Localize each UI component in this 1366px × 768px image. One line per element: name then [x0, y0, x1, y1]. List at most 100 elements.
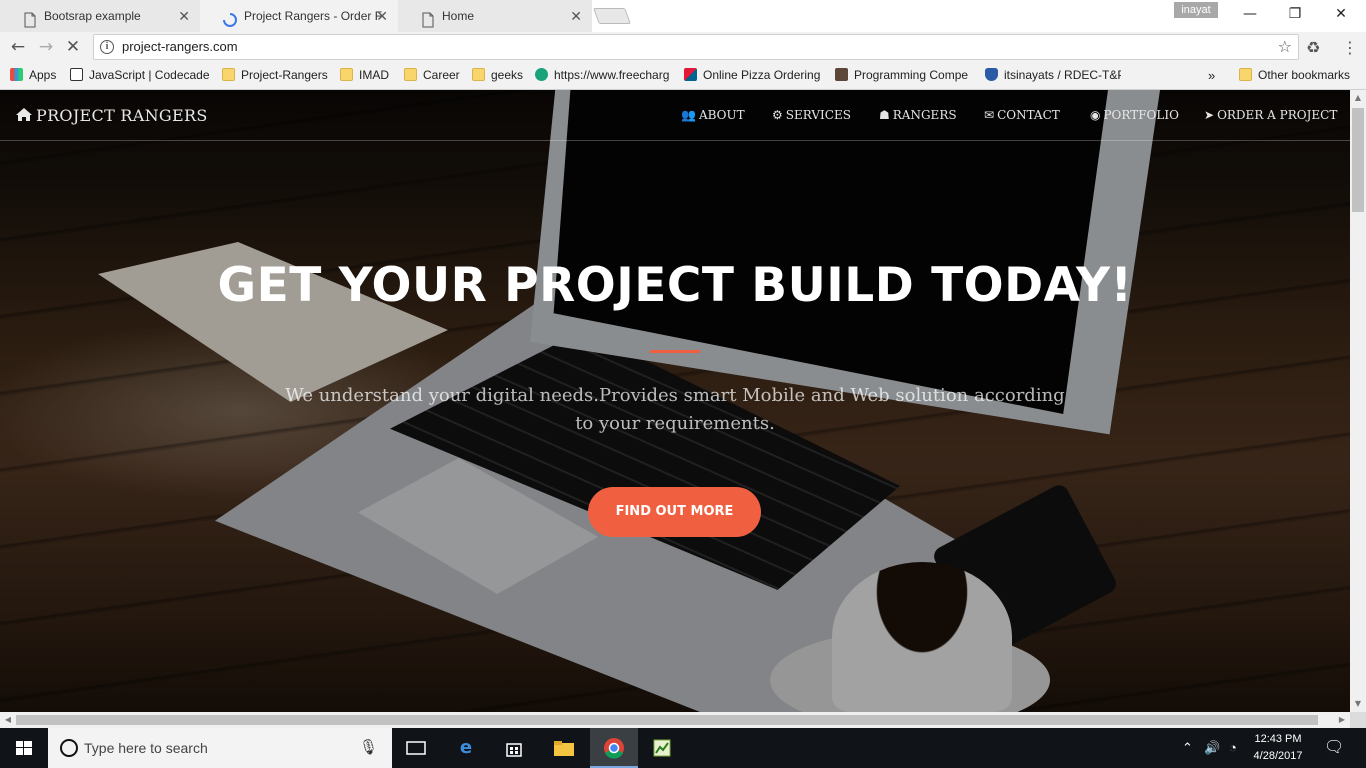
- windows-logo-icon: [16, 741, 32, 755]
- new-tab-button[interactable]: [593, 8, 631, 24]
- envelope-icon: ✉: [984, 108, 995, 122]
- folder-icon: [340, 68, 353, 81]
- scroll-right-icon[interactable]: ▶: [1334, 712, 1350, 728]
- bookmark-star-icon[interactable]: ☆: [1278, 37, 1292, 56]
- start-button[interactable]: [0, 728, 48, 768]
- bookmarks-overflow-button[interactable]: »: [1208, 62, 1215, 89]
- folder-icon: [404, 68, 417, 81]
- edge-icon[interactable]: e: [442, 728, 490, 768]
- bookmark-codecademy[interactable]: JavaScript | Codecade: [70, 62, 210, 89]
- cortana-icon: [60, 739, 78, 757]
- nav-contact[interactable]: ✉ CONTACT: [984, 90, 1060, 141]
- notifications-icon[interactable]: 🗨: [1324, 728, 1344, 768]
- folder-icon: [222, 68, 235, 81]
- scroll-down-icon[interactable]: ▼: [1350, 696, 1366, 712]
- scroll-thumb[interactable]: [16, 715, 1318, 725]
- tab-title: Home: [442, 9, 475, 23]
- nav-order-project[interactable]: ➤ ORDER A PROJECT: [1204, 90, 1337, 141]
- scroll-up-icon[interactable]: ▲: [1350, 90, 1366, 106]
- tab-title: Project Rangers - Order F: [244, 9, 383, 23]
- nav-portfolio[interactable]: ◉ PORTFOLIO: [1090, 90, 1179, 141]
- bookmark-project-rangers[interactable]: Project-Rangers: [222, 62, 328, 89]
- microphone-icon[interactable]: 🎙: [359, 738, 378, 756]
- other-bookmarks[interactable]: Other bookmarks: [1239, 62, 1350, 89]
- nav-about[interactable]: 👥 ABOUT: [681, 90, 745, 141]
- freecharge-icon: [535, 68, 548, 81]
- globe-icon: ◉: [1090, 108, 1101, 122]
- bookmark-github-repo[interactable]: itsinayats / RDEC-T&P: [985, 62, 1121, 89]
- close-icon[interactable]: ✕: [376, 0, 388, 32]
- tab-project-rangers[interactable]: Project Rangers - Order F ✕: [200, 0, 398, 32]
- bookmarks-bar: Apps JavaScript | Codecade Project-Range…: [0, 62, 1366, 90]
- address-bar[interactable]: i project-rangers.com ☆: [93, 34, 1299, 60]
- bookmark-apps[interactable]: Apps: [10, 62, 56, 89]
- close-icon[interactable]: ✕: [178, 0, 190, 32]
- tab-bootstrap-example[interactable]: Bootsrap example ✕: [0, 0, 200, 32]
- bookmark-imad[interactable]: IMAD: [340, 62, 389, 89]
- dominos-icon: [684, 68, 697, 81]
- hero-subtitle: We understand your digital needs.Provide…: [285, 385, 1065, 434]
- codecademy-icon: [70, 68, 83, 81]
- close-icon[interactable]: ✕: [570, 0, 582, 32]
- clock-time: 12:43 PM: [1254, 733, 1302, 745]
- tab-strip: Bootsrap example ✕ Project Rangers - Ord…: [0, 0, 1366, 32]
- site-navbar: PROJECT RANGERS 👥 ABOUT ⚙ SERVICES ☗ RANGER…: [0, 90, 1350, 141]
- profile-button[interactable]: inayat: [1174, 2, 1218, 18]
- extension-icon[interactable]: ♻: [1306, 38, 1320, 57]
- bookmark-pizza[interactable]: Online Pizza Ordering: [684, 62, 822, 89]
- shield-icon: [985, 68, 998, 81]
- document-icon: [22, 8, 38, 28]
- horizontal-scrollbar[interactable]: ◀ ▶: [0, 712, 1350, 728]
- windows-taskbar: Type here to search 🎙 e ⌃ 🔊 ◔ 12:43 PM 4…: [0, 728, 1366, 768]
- scroll-left-icon[interactable]: ◀: [0, 712, 16, 728]
- minimize-button[interactable]: —: [1227, 4, 1273, 24]
- task-view-icon[interactable]: [392, 728, 440, 768]
- users-icon: 👥: [681, 108, 696, 122]
- paper-plane-icon: ➤: [1204, 108, 1215, 122]
- taskbar-search[interactable]: Type here to search 🎙: [48, 728, 392, 768]
- user-icon: ☗: [879, 108, 890, 122]
- folder-icon: [472, 68, 485, 81]
- system-clock[interactable]: 12:43 PM 4/28/2017: [1247, 731, 1309, 765]
- hero-divider: [650, 350, 700, 353]
- scrollbar-corner: [1350, 712, 1366, 728]
- web-page: PROJECT RANGERS 👥 ABOUT ⚙ SERVICES ☗ RANGER…: [0, 90, 1350, 712]
- apps-grid-icon: [10, 68, 23, 81]
- search-placeholder: Type here to search: [84, 740, 208, 756]
- vertical-scrollbar[interactable]: ▲ ▼: [1350, 90, 1366, 712]
- forward-arrow-icon[interactable]: →: [36, 37, 56, 57]
- scroll-thumb[interactable]: [1352, 108, 1364, 212]
- tab-home[interactable]: Home ✕: [398, 0, 592, 32]
- file-explorer-icon[interactable]: [540, 728, 588, 768]
- nav-rangers[interactable]: ☗ RANGERS: [879, 90, 957, 141]
- charts-app-icon[interactable]: [638, 728, 686, 768]
- loading-spinner-icon: [222, 8, 238, 27]
- wifi-icon[interactable]: ◔: [1229, 728, 1237, 768]
- gears-icon: ⚙: [772, 108, 783, 122]
- bookmark-geeks[interactable]: geeks: [472, 62, 523, 89]
- menu-icon[interactable]: ⋮: [1342, 38, 1358, 57]
- chrome-icon[interactable]: [590, 728, 638, 768]
- browser-toolbar: ← → ✕ i project-rangers.com ☆ ♻ ⋮: [0, 32, 1366, 62]
- bookmark-career[interactable]: Career: [404, 62, 460, 89]
- site-brand[interactable]: PROJECT RANGERS: [16, 90, 208, 141]
- site-info-icon[interactable]: i: [100, 40, 114, 54]
- store-icon[interactable]: [490, 728, 538, 768]
- codechef-icon: [835, 68, 848, 81]
- document-icon: [420, 8, 436, 28]
- nav-services[interactable]: ⚙ SERVICES: [772, 90, 851, 141]
- bookmark-programming[interactable]: Programming Compe: [835, 62, 971, 89]
- volume-icon[interactable]: 🔊: [1204, 728, 1220, 768]
- tab-title: Bootsrap example: [44, 9, 141, 23]
- stop-loading-icon[interactable]: ✕: [63, 37, 83, 57]
- home-icon: [16, 90, 32, 141]
- restore-button[interactable]: ❐: [1272, 4, 1318, 24]
- url-text[interactable]: project-rangers.com: [122, 35, 238, 59]
- clock-date: 4/28/2017: [1253, 750, 1303, 762]
- window-close-button[interactable]: ✕: [1318, 4, 1364, 24]
- chevron-up-icon[interactable]: ⌃: [1182, 728, 1193, 768]
- back-arrow-icon[interactable]: ←: [8, 37, 28, 57]
- find-out-more-button[interactable]: FIND OUT MORE: [588, 487, 761, 537]
- hero-title: GET YOUR PROJECT BUILD TODAY!: [217, 258, 1133, 313]
- bookmark-freecharge[interactable]: https://www.freecharg: [535, 62, 671, 89]
